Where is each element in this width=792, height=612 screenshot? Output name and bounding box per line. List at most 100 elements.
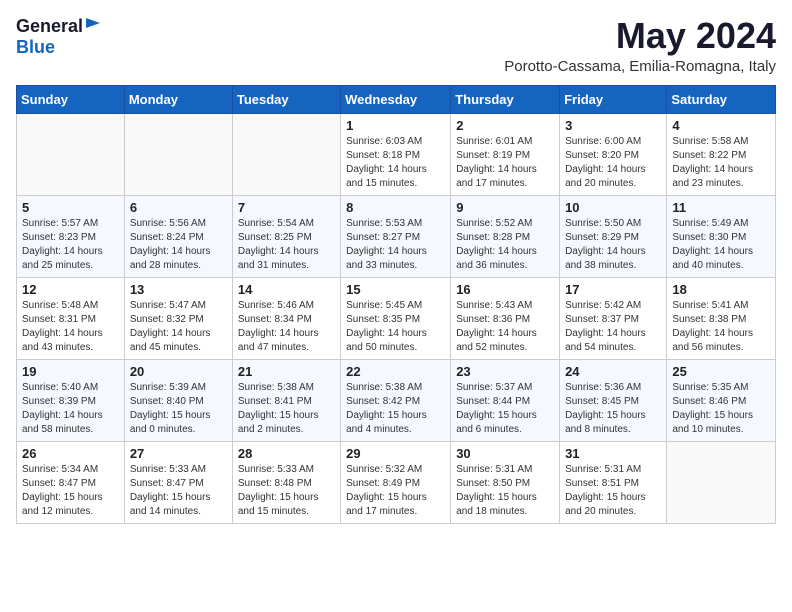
day-info: Sunrise: 6:01 AMSunset: 8:19 PMDaylight:… bbox=[456, 135, 554, 191]
calendar-cell: 24 Sunrise: 5:36 AMSunset: 8:45 PMDayligh… bbox=[560, 359, 667, 441]
day-number: 22 bbox=[346, 364, 445, 379]
calendar-cell: 19 Sunrise: 5:40 AMSunset: 8:39 PMDayligh… bbox=[17, 359, 125, 441]
calendar-cell: 2Sunrise: 6:01 AMSunset: 8:19 PMDaylight… bbox=[451, 113, 560, 195]
logo-general-text: General bbox=[16, 16, 83, 37]
day-info: Sunrise: 5:35 AMSunset: 8:46 PMDaylight:… bbox=[672, 381, 770, 437]
day-info: Sunrise: 5:45 AMSunset: 8:35 PMDaylight:… bbox=[346, 299, 445, 355]
day-info: Sunrise: 5:37 AMSunset: 8:44 PMDaylight:… bbox=[456, 381, 554, 437]
header: General Blue May 2024 Porotto-Cassama, E… bbox=[16, 16, 776, 75]
day-info: Sunrise: 5:40 AMSunset: 8:39 PMDaylight:… bbox=[22, 381, 119, 437]
calendar-cell: 11Sunrise: 5:49 AMSunset: 8:30 PMDayligh… bbox=[667, 195, 776, 277]
calendar-cell: 20 Sunrise: 5:39 AMSunset: 8:40 PMDayligh… bbox=[124, 359, 232, 441]
location-title: Porotto-Cassama, Emilia-Romagna, Italy bbox=[504, 58, 776, 75]
day-number: 28 bbox=[238, 446, 335, 461]
calendar-cell: 26Sunrise: 5:34 AMSunset: 8:47 PMDayligh… bbox=[17, 441, 125, 523]
calendar-header: SundayMondayTuesdayWednesdayThursdayFrid… bbox=[17, 85, 776, 113]
day-number: 15 bbox=[346, 282, 445, 297]
day-number: 3 bbox=[565, 118, 661, 133]
day-info: Sunrise: 5:32 AMSunset: 8:49 PMDaylight:… bbox=[346, 463, 445, 519]
day-number: 30 bbox=[456, 446, 554, 461]
calendar-cell bbox=[124, 113, 232, 195]
calendar-cell: 1 Sunrise: 6:03 AMSunset: 8:18 PMDaylight… bbox=[341, 113, 451, 195]
day-info: Sunrise: 5:38 AMSunset: 8:42 PMDaylight:… bbox=[346, 381, 445, 437]
day-number: 5 bbox=[22, 200, 119, 215]
calendar-cell: 3 Sunrise: 6:00 AMSunset: 8:20 PMDaylight… bbox=[560, 113, 667, 195]
day-number: 14 bbox=[238, 282, 335, 297]
day-info: Sunrise: 5:47 AMSunset: 8:32 PMDaylight:… bbox=[130, 299, 227, 355]
calendar-week-1: 1 Sunrise: 6:03 AMSunset: 8:18 PMDaylight… bbox=[17, 113, 776, 195]
day-number: 6 bbox=[130, 200, 227, 215]
calendar-cell: 27 Sunrise: 5:33 AMSunset: 8:47 PMDayligh… bbox=[124, 441, 232, 523]
calendar-cell: 29 Sunrise: 5:32 AMSunset: 8:49 PMDayligh… bbox=[341, 441, 451, 523]
logo-blue-text: Blue bbox=[16, 37, 55, 58]
day-number: 20 bbox=[130, 364, 227, 379]
weekday-header-sunday: Sunday bbox=[17, 85, 125, 113]
day-info: Sunrise: 6:00 AMSunset: 8:20 PMDaylight:… bbox=[565, 135, 661, 191]
calendar-cell: 5Sunrise: 5:57 AMSunset: 8:23 PMDaylight… bbox=[17, 195, 125, 277]
day-info: Sunrise: 5:33 AMSunset: 8:47 PMDaylight:… bbox=[130, 463, 227, 519]
day-info: Sunrise: 5:31 AMSunset: 8:51 PMDaylight:… bbox=[565, 463, 661, 519]
calendar-cell: 22 Sunrise: 5:38 AMSunset: 8:42 PMDayligh… bbox=[341, 359, 451, 441]
calendar-cell: 12 Sunrise: 5:48 AMSunset: 8:31 PMDayligh… bbox=[17, 277, 125, 359]
weekday-header-friday: Friday bbox=[560, 85, 667, 113]
calendar-cell: 7 Sunrise: 5:54 AMSunset: 8:25 PMDaylight… bbox=[232, 195, 340, 277]
day-number: 23 bbox=[456, 364, 554, 379]
calendar-cell: 8 Sunrise: 5:53 AMSunset: 8:27 PMDaylight… bbox=[341, 195, 451, 277]
day-info: Sunrise: 5:53 AMSunset: 8:27 PMDaylight:… bbox=[346, 217, 445, 273]
calendar-table: SundayMondayTuesdayWednesdayThursdayFrid… bbox=[16, 85, 776, 524]
title-area: May 2024 Porotto-Cassama, Emilia-Romagna… bbox=[504, 16, 776, 75]
day-info: Sunrise: 5:43 AMSunset: 8:36 PMDaylight:… bbox=[456, 299, 554, 355]
weekday-header-saturday: Saturday bbox=[667, 85, 776, 113]
day-info: Sunrise: 5:46 AMSunset: 8:34 PMDaylight:… bbox=[238, 299, 335, 355]
day-info: Sunrise: 5:36 AMSunset: 8:45 PMDaylight:… bbox=[565, 381, 661, 437]
day-number: 19 bbox=[22, 364, 119, 379]
calendar-cell: 4Sunrise: 5:58 AMSunset: 8:22 PMDaylight… bbox=[667, 113, 776, 195]
day-number: 21 bbox=[238, 364, 335, 379]
day-number: 18 bbox=[672, 282, 770, 297]
calendar-cell: 16 Sunrise: 5:43 AMSunset: 8:36 PMDayligh… bbox=[451, 277, 560, 359]
day-number: 29 bbox=[346, 446, 445, 461]
calendar-cell: 28Sunrise: 5:33 AMSunset: 8:48 PMDayligh… bbox=[232, 441, 340, 523]
calendar-cell: 9 Sunrise: 5:52 AMSunset: 8:28 PMDaylight… bbox=[451, 195, 560, 277]
weekday-header-tuesday: Tuesday bbox=[232, 85, 340, 113]
day-number: 27 bbox=[130, 446, 227, 461]
day-number: 24 bbox=[565, 364, 661, 379]
day-info: Sunrise: 5:31 AMSunset: 8:50 PMDaylight:… bbox=[456, 463, 554, 519]
calendar-cell: 10Sunrise: 5:50 AMSunset: 8:29 PMDayligh… bbox=[560, 195, 667, 277]
calendar-cell: 18Sunrise: 5:41 AMSunset: 8:38 PMDayligh… bbox=[667, 277, 776, 359]
day-number: 25 bbox=[672, 364, 770, 379]
day-number: 7 bbox=[238, 200, 335, 215]
calendar-cell: 14 Sunrise: 5:46 AMSunset: 8:34 PMDayligh… bbox=[232, 277, 340, 359]
day-info: Sunrise: 5:39 AMSunset: 8:40 PMDaylight:… bbox=[130, 381, 227, 437]
calendar-cell: 6 Sunrise: 5:56 AMSunset: 8:24 PMDaylight… bbox=[124, 195, 232, 277]
calendar-week-3: 12 Sunrise: 5:48 AMSunset: 8:31 PMDayligh… bbox=[17, 277, 776, 359]
calendar-cell: 25 Sunrise: 5:35 AMSunset: 8:46 PMDayligh… bbox=[667, 359, 776, 441]
day-number: 1 bbox=[346, 118, 445, 133]
day-number: 10 bbox=[565, 200, 661, 215]
day-number: 8 bbox=[346, 200, 445, 215]
calendar-week-5: 26Sunrise: 5:34 AMSunset: 8:47 PMDayligh… bbox=[17, 441, 776, 523]
calendar-week-2: 5Sunrise: 5:57 AMSunset: 8:23 PMDaylight… bbox=[17, 195, 776, 277]
day-number: 16 bbox=[456, 282, 554, 297]
day-number: 4 bbox=[672, 118, 770, 133]
calendar-cell bbox=[232, 113, 340, 195]
calendar-cell: 30 Sunrise: 5:31 AMSunset: 8:50 PMDayligh… bbox=[451, 441, 560, 523]
day-info: Sunrise: 5:48 AMSunset: 8:31 PMDaylight:… bbox=[22, 299, 119, 355]
calendar-cell: 23 Sunrise: 5:37 AMSunset: 8:44 PMDayligh… bbox=[451, 359, 560, 441]
day-info: Sunrise: 5:42 AMSunset: 8:37 PMDaylight:… bbox=[565, 299, 661, 355]
weekday-header-wednesday: Wednesday bbox=[341, 85, 451, 113]
weekday-header-thursday: Thursday bbox=[451, 85, 560, 113]
day-info: Sunrise: 6:03 AMSunset: 8:18 PMDaylight:… bbox=[346, 135, 445, 191]
day-info: Sunrise: 5:56 AMSunset: 8:24 PMDaylight:… bbox=[130, 217, 227, 273]
day-info: Sunrise: 5:34 AMSunset: 8:47 PMDaylight:… bbox=[22, 463, 119, 519]
day-number: 12 bbox=[22, 282, 119, 297]
day-info: Sunrise: 5:54 AMSunset: 8:25 PMDaylight:… bbox=[238, 217, 335, 273]
calendar-week-4: 19 Sunrise: 5:40 AMSunset: 8:39 PMDayligh… bbox=[17, 359, 776, 441]
calendar-cell: 21Sunrise: 5:38 AMSunset: 8:41 PMDayligh… bbox=[232, 359, 340, 441]
calendar-cell: 15 Sunrise: 5:45 AMSunset: 8:35 PMDayligh… bbox=[341, 277, 451, 359]
day-number: 9 bbox=[456, 200, 554, 215]
calendar-cell: 17Sunrise: 5:42 AMSunset: 8:37 PMDayligh… bbox=[560, 277, 667, 359]
day-info: Sunrise: 5:52 AMSunset: 8:28 PMDaylight:… bbox=[456, 217, 554, 273]
weekday-header-monday: Monday bbox=[124, 85, 232, 113]
calendar-cell bbox=[667, 441, 776, 523]
